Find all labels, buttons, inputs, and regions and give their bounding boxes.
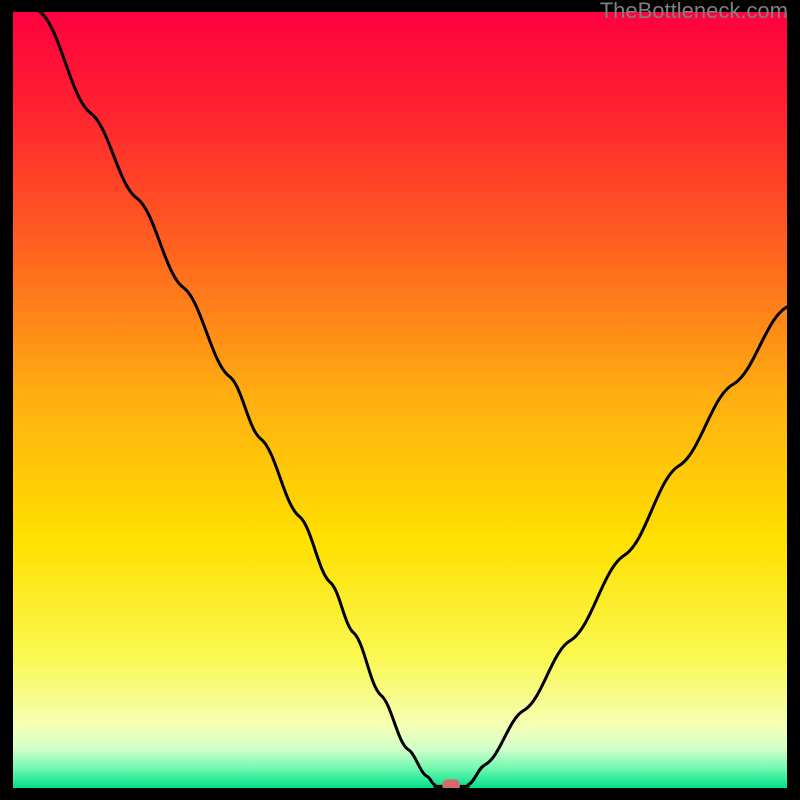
optimum-marker — [442, 779, 460, 788]
attribution-text: TheBottleneck.com — [600, 0, 788, 24]
bottleneck-chart-root: TheBottleneck.com — [0, 0, 800, 800]
chart-svg — [13, 12, 787, 788]
plot-area — [13, 12, 787, 788]
gradient-bg — [13, 12, 787, 788]
